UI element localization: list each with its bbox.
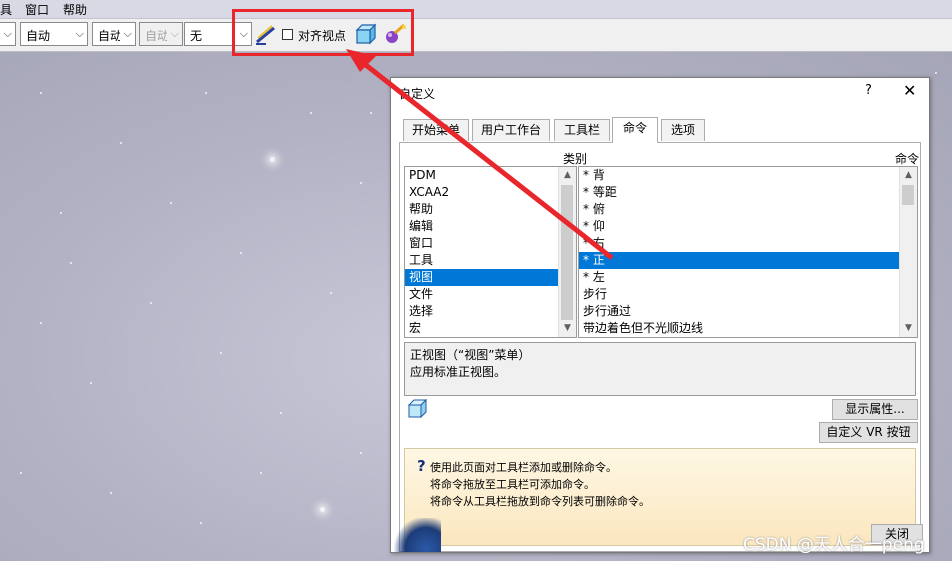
- tab-commands[interactable]: 命令: [612, 117, 658, 143]
- watermark: CSDN @天人合一peng: [743, 535, 925, 555]
- annotation-arrow: [346, 49, 614, 260]
